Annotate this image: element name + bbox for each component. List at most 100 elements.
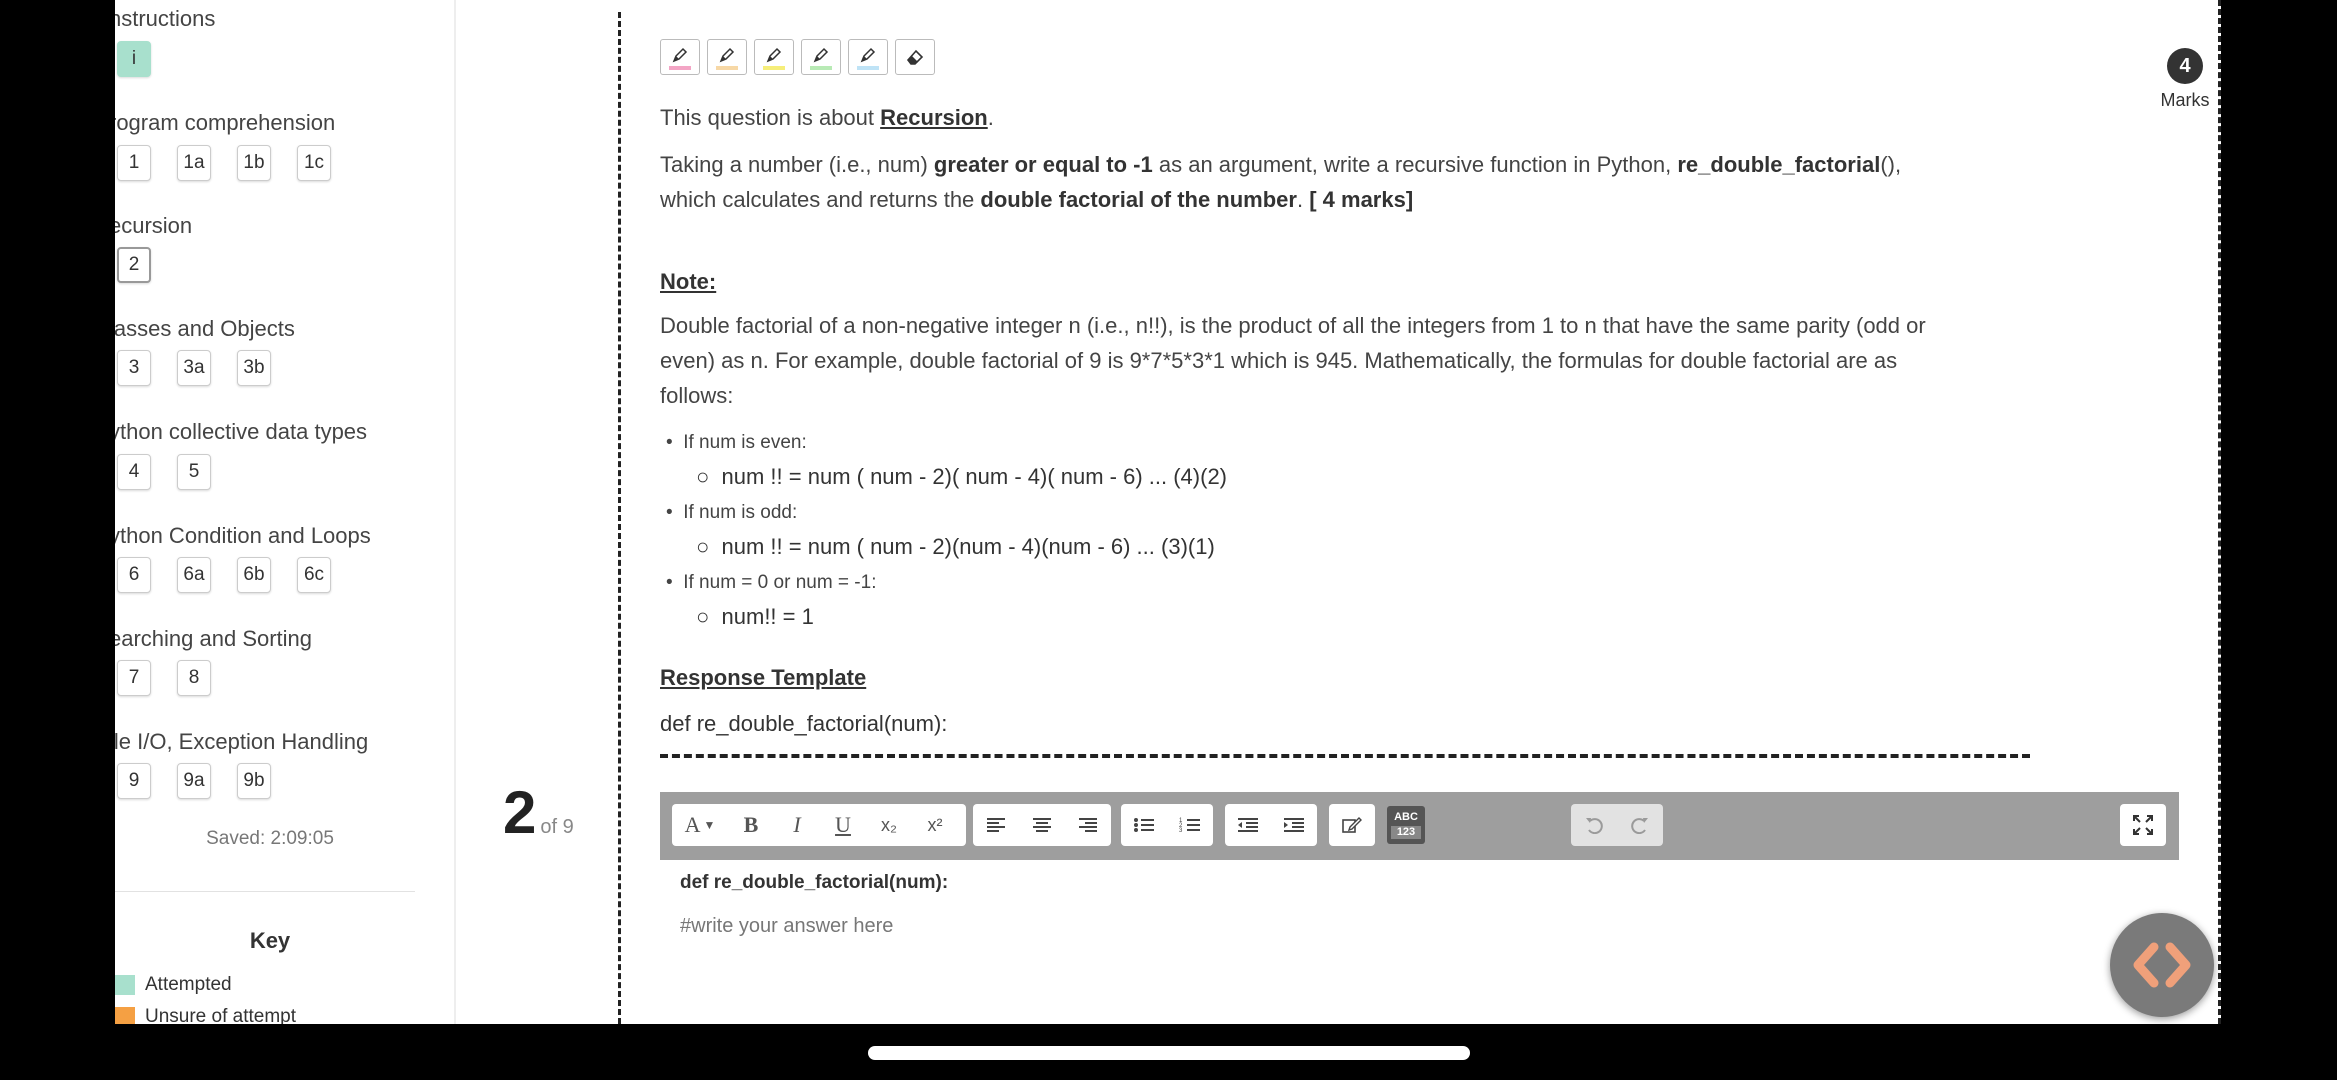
- subscript-button[interactable]: x₂: [866, 804, 912, 846]
- response-template-code: def re_double_factorial(num):: [660, 711, 948, 736]
- undo-icon[interactable]: [1571, 804, 1617, 846]
- question-button[interactable]: 1c: [297, 145, 331, 181]
- key-item-unsure: Unsure of attempt: [115, 1006, 296, 1024]
- svg-text:3: 3: [1179, 828, 1183, 833]
- code-brackets-icon: [2133, 942, 2191, 988]
- redo-icon[interactable]: [1617, 804, 1663, 846]
- intro-text: This question is about: [660, 105, 881, 130]
- question-button[interactable]: 5: [177, 454, 211, 490]
- key-label: Unsure of attempt: [145, 1006, 297, 1024]
- question-button[interactable]: 1: [117, 145, 151, 181]
- highlighter-yellow-icon[interactable]: [754, 39, 794, 75]
- numbered-list-icon[interactable]: 123: [1167, 804, 1213, 846]
- indent-icon[interactable]: [1271, 804, 1317, 846]
- outdent-icon[interactable]: [1225, 804, 1271, 846]
- code-toggle-button[interactable]: [2110, 913, 2214, 1017]
- italic-button[interactable]: I: [774, 804, 820, 846]
- highlighter-green-icon[interactable]: [801, 39, 841, 75]
- highlighter-toolbar: [660, 39, 935, 75]
- section-title: rogram comprehension: [115, 110, 336, 135]
- unsure-swatch: [115, 1007, 135, 1024]
- highlighter-orange-icon[interactable]: [707, 39, 747, 75]
- key-item-attempted: Attempted: [115, 974, 232, 996]
- key-label: Attempted: [145, 974, 232, 995]
- question-button[interactable]: 8: [177, 660, 211, 696]
- exam-screen: nstructions i rogram comprehension 1 1a …: [115, 0, 2221, 1024]
- task-text: Taking a number (i.e., num): [660, 152, 934, 177]
- question-number: 2: [503, 779, 537, 846]
- task-emphasis: double factorial of the number: [980, 187, 1297, 212]
- key-title: Key: [249, 928, 291, 953]
- bullet-list-icon[interactable]: [1121, 804, 1167, 846]
- saved-status: Saved: 2:09:05: [206, 828, 334, 849]
- indent-group: [1225, 804, 1317, 846]
- response-template-heading: Response Template: [660, 665, 867, 690]
- answer-editor[interactable]: def re_double_factorial(num): #write you…: [680, 872, 948, 938]
- question-button[interactable]: 1a: [177, 145, 211, 181]
- divider: [115, 891, 415, 892]
- highlighter-pink-icon[interactable]: [660, 39, 700, 75]
- editor-content[interactable]: def re_double_factorial(num):: [680, 872, 948, 894]
- sidebar-border: [454, 0, 456, 1024]
- question-navigator: nstructions i rogram comprehension 1 1a …: [115, 0, 455, 1024]
- home-indicator[interactable]: [868, 1046, 1470, 1060]
- edit-group: [1329, 804, 1375, 846]
- case-condition: • If num is odd:: [666, 502, 798, 523]
- question-button[interactable]: 9: [117, 763, 151, 799]
- question-button[interactable]: 9a: [177, 763, 211, 799]
- question-button[interactable]: 4: [117, 454, 151, 490]
- question-task-line1: Taking a number (i.e., num) greater or e…: [660, 147, 1901, 182]
- note-text: even) as n. For example, double factoria…: [660, 348, 1898, 373]
- align-center-icon[interactable]: [1019, 804, 1065, 846]
- task-text: (),: [1880, 152, 1902, 177]
- content-right-border: [2218, 0, 2221, 1024]
- list-group: 123: [1121, 804, 1213, 846]
- bold-button[interactable]: B: [728, 804, 774, 846]
- attempted-swatch: [115, 975, 135, 995]
- question-topic: Recursion: [880, 105, 988, 130]
- question-button[interactable]: 6c: [297, 557, 331, 593]
- question-button[interactable]: 6b: [237, 557, 271, 593]
- align-left-icon[interactable]: [973, 804, 1019, 846]
- fullscreen-icon[interactable]: [2120, 804, 2166, 846]
- case-formula: ○ num !! = num ( num - 2)( num - 4)( num…: [696, 464, 1228, 489]
- eraser-icon[interactable]: [895, 39, 935, 75]
- section-title: ython collective data types: [115, 419, 368, 444]
- section-title: earching and Sorting: [115, 626, 313, 651]
- question-button[interactable]: 6a: [177, 557, 211, 593]
- editor-placeholder[interactable]: #write your answer here: [680, 915, 948, 938]
- intro-text: .: [987, 105, 994, 130]
- content-left-border: [618, 12, 621, 1024]
- question-button-instructions[interactable]: i: [117, 41, 151, 77]
- question-button[interactable]: 3b: [237, 350, 271, 386]
- fullscreen-group: [2120, 804, 2166, 846]
- question-button[interactable]: 7: [117, 660, 151, 696]
- question-button[interactable]: 9b: [237, 763, 271, 799]
- editor-toolbar: A ▼ B I U x₂ x² 123 ABC 123: [660, 792, 2179, 860]
- question-button[interactable]: 3a: [177, 350, 211, 386]
- spellcheck-icon[interactable]: ABC 123: [1387, 806, 1425, 844]
- case-condition: • If num is even:: [666, 432, 807, 453]
- align-right-icon[interactable]: [1065, 804, 1111, 846]
- highlighter-blue-icon[interactable]: [848, 39, 888, 75]
- case-condition: • If num = 0 or num = -1:: [666, 572, 877, 593]
- edit-icon[interactable]: [1329, 804, 1375, 846]
- question-counter: 2 of 9: [503, 778, 574, 847]
- marks-indicator: 4 Marks: [2135, 48, 2221, 111]
- task-text: which calculates and returns the: [660, 187, 981, 212]
- task-text: as an argument, write a recursive functi…: [1152, 152, 1678, 177]
- section-title: lasses and Objects: [115, 316, 295, 341]
- question-total: of 9: [540, 816, 574, 838]
- superscript-button[interactable]: x²: [912, 804, 958, 846]
- underline-button[interactable]: U: [820, 804, 866, 846]
- history-group: [1571, 804, 1663, 846]
- question-button[interactable]: 3: [117, 350, 151, 386]
- function-name: re_double_factorial: [1677, 152, 1881, 177]
- question-button-current[interactable]: 2: [117, 247, 151, 283]
- case-formula: ○ num!! = 1: [696, 604, 814, 629]
- question-button[interactable]: 6: [117, 557, 151, 593]
- question-button[interactable]: 1b: [237, 145, 271, 181]
- note-text: follows:: [660, 383, 734, 408]
- font-size-dropdown[interactable]: A ▼: [672, 804, 728, 846]
- question-task-line2: which calculates and returns the double …: [660, 182, 1413, 217]
